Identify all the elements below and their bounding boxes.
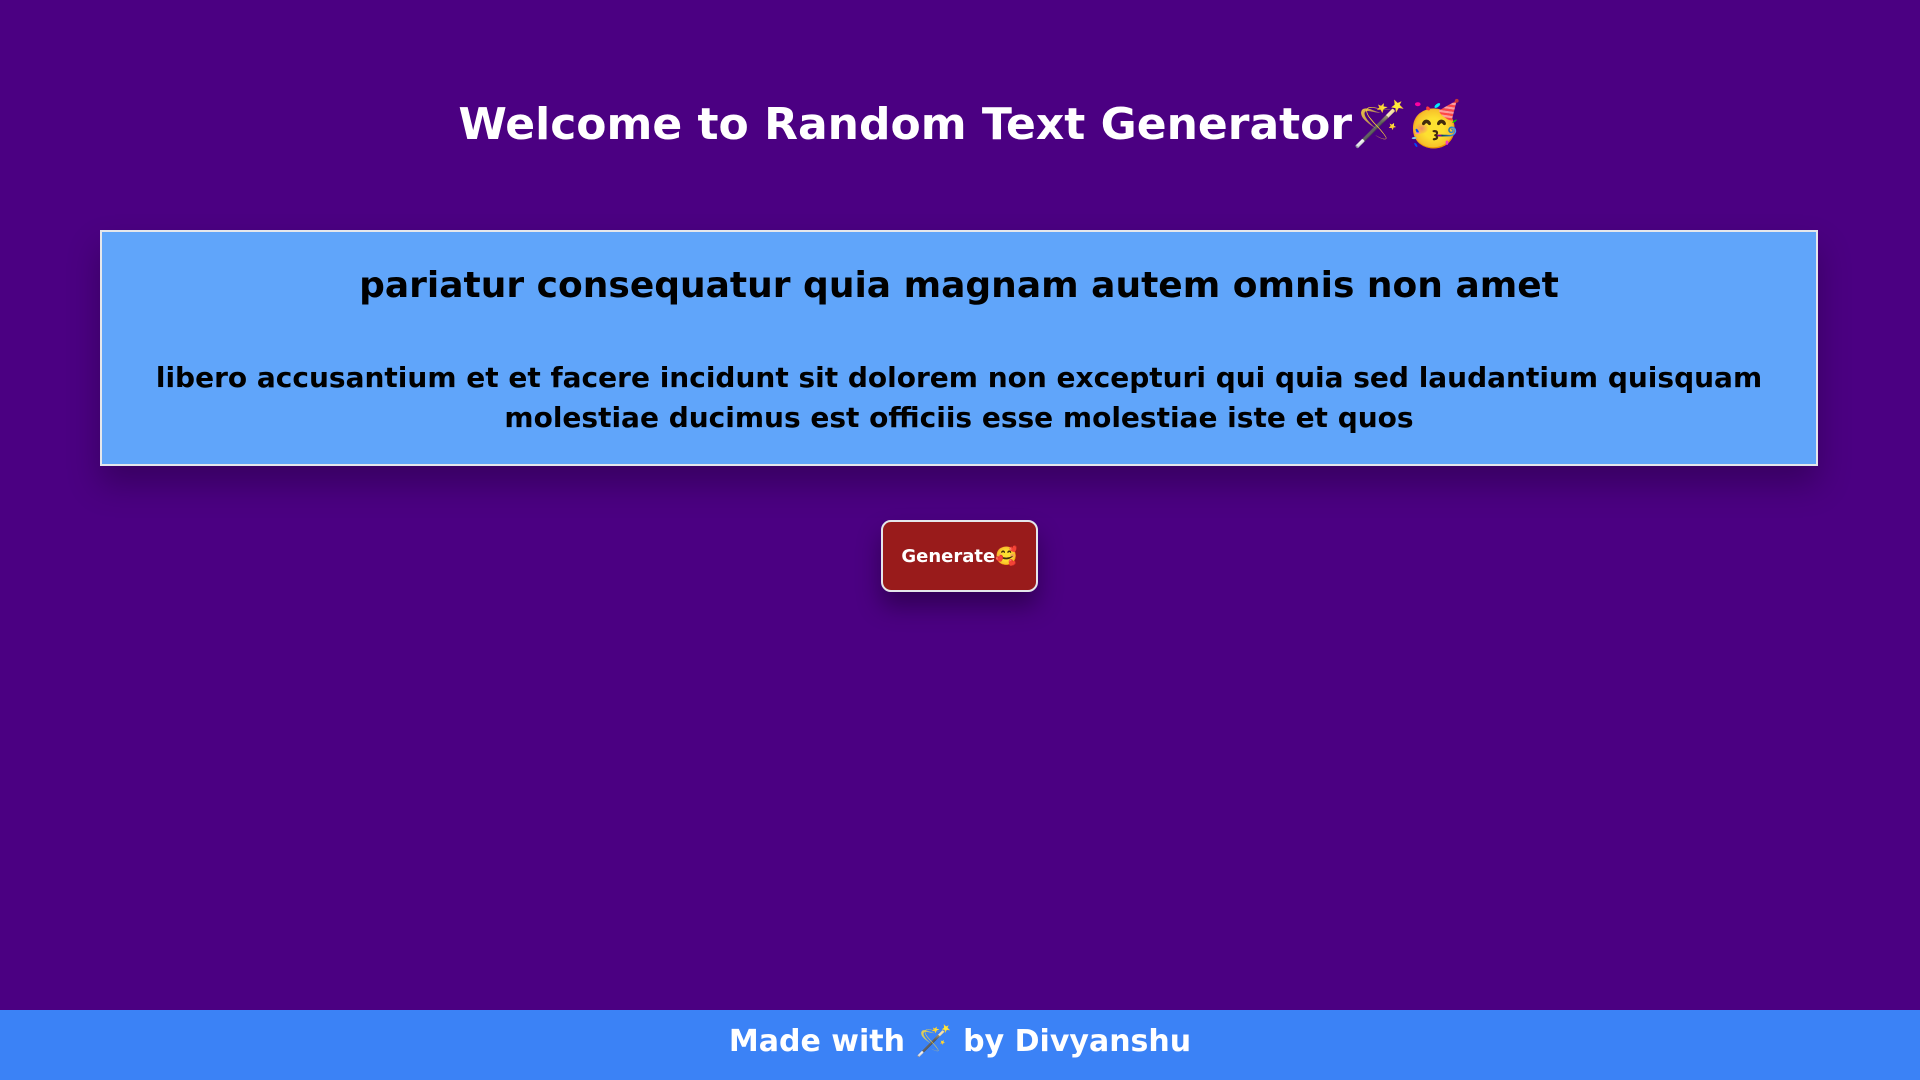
generate-button[interactable]: Generate🥰: [881, 520, 1038, 592]
generated-heading: pariatur consequatur quia magnam autem o…: [359, 265, 1559, 306]
generated-paragraph: libero accusantium et et facere incidunt…: [155, 361, 1763, 434]
page-title: Welcome to Random Text Generator🪄🥳: [458, 99, 1462, 150]
footer: Made with 🪄 by Divyanshu: [0, 1010, 1920, 1080]
random-text-card: pariatur consequatur quia magnam autem o…: [100, 230, 1818, 466]
